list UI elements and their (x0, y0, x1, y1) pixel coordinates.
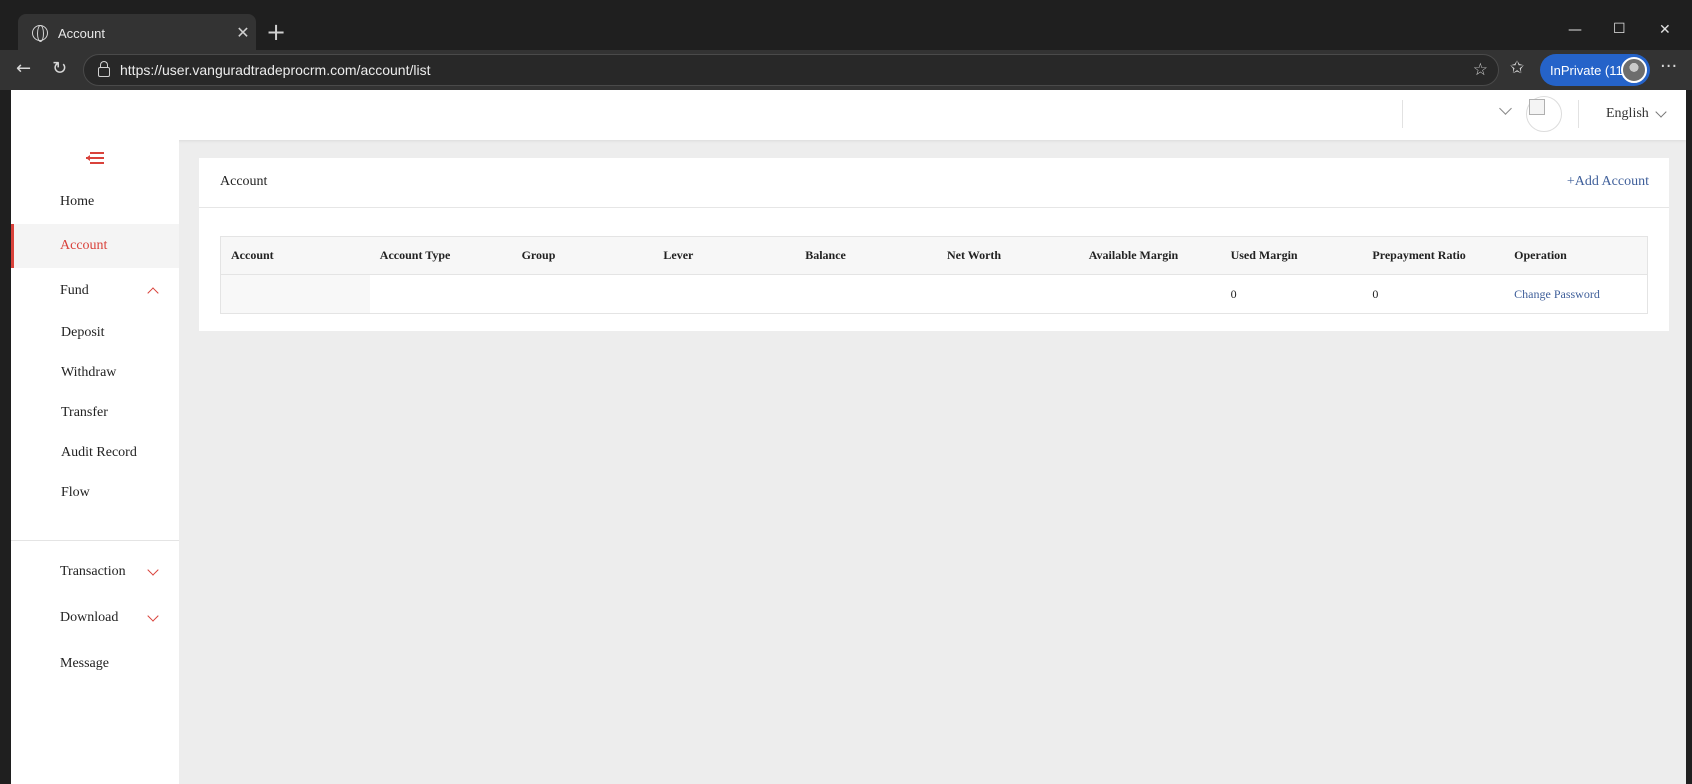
user-avatar[interactable] (1526, 96, 1562, 132)
more-icon[interactable]: ··· (1660, 56, 1677, 77)
header-divider (1578, 100, 1579, 128)
sidebar-item-transaction[interactable]: Transaction (11, 550, 179, 594)
accounts-table: Account Account Type Group Lever Balance… (220, 236, 1648, 314)
sidebar-item-fund[interactable]: Fund (11, 269, 179, 313)
column-header: Net Worth (946, 248, 1002, 262)
sidebar-item-label: Transaction (60, 564, 126, 579)
sidebar-divider (11, 540, 179, 541)
favorites-icon[interactable]: ✩ (1510, 58, 1524, 78)
table-header-row: Account Account Type Group Lever Balance… (221, 237, 1647, 275)
language-selector[interactable]: English (1606, 106, 1667, 122)
close-icon[interactable]: ✕ (230, 23, 256, 43)
sidebar-subitem-label: Audit Record (61, 444, 137, 460)
table-row: 0 0 Change Password (221, 275, 1647, 313)
table-cell: 0 (1372, 286, 1379, 301)
profile-avatar (1621, 57, 1647, 83)
change-password-link[interactable]: Change Password (1504, 275, 1647, 313)
sidebar-item-label: Account (60, 238, 108, 253)
sidebar-item-label: Home (60, 194, 95, 209)
table-cell (795, 275, 937, 313)
table-cell: 0 (1230, 286, 1237, 301)
browser-toolbar: ← ↻ https://user.vanguradtradeprocrm.com… (0, 50, 1692, 90)
column-header: Operation (1514, 248, 1567, 262)
lock-icon (98, 61, 110, 77)
column-header: Prepayment Ratio (1372, 248, 1466, 262)
sidebar-subitem-label: Transfer (61, 404, 108, 420)
back-icon[interactable]: ← (16, 58, 31, 79)
sidebar-subitem-audit-record[interactable]: Audit Record (11, 434, 179, 471)
page-viewport: English Home Account Fund Deposit Withdr… (11, 90, 1686, 784)
table-cell (653, 275, 795, 313)
sidebar-item-label: Fund (60, 283, 89, 298)
inprivate-label: InPrivate (11) (1550, 62, 1628, 78)
plus-icon[interactable]: + (266, 20, 286, 44)
sidebar-subitem-flow[interactable]: Flow (11, 474, 179, 511)
table-cell (221, 275, 370, 313)
minimize-icon[interactable]: — (1568, 22, 1582, 38)
tab-title: Account (58, 25, 105, 41)
globe-icon (32, 25, 48, 42)
table-cell (370, 275, 512, 313)
add-account-button[interactable]: +Add Account (1567, 174, 1649, 190)
sidebar-subitem-deposit[interactable]: Deposit (11, 314, 179, 351)
url-text: https://user.vanguradtradeprocrm.com/acc… (120, 62, 431, 78)
chevron-down-icon[interactable] (1498, 100, 1516, 120)
table-cell (937, 275, 1079, 313)
column-header: Lever (663, 248, 694, 262)
inprivate-button[interactable]: InPrivate (11) (1540, 54, 1650, 86)
account-card: Account +Add Account Account Account Typ… (199, 158, 1669, 331)
sidebar-item-label: Download (60, 610, 119, 625)
maximize-icon[interactable]: ☐ (1613, 21, 1626, 37)
sidebar-item-download[interactable]: Download (11, 596, 179, 640)
sidebar-subitem-label: Deposit (61, 324, 105, 340)
sidebar-subitem-label: Withdraw (61, 364, 117, 380)
browser-tab[interactable]: Account ✕ (18, 14, 256, 52)
site-header: English (11, 90, 1686, 140)
language-label: English (1606, 106, 1649, 121)
table-cell (1079, 275, 1221, 313)
page-title: Account (220, 174, 268, 189)
column-header: Account (231, 248, 274, 262)
sidebar-item-label: Message (60, 656, 109, 671)
chevron-down-icon (1655, 106, 1667, 118)
sidebar-subitem-withdraw[interactable]: Withdraw (11, 354, 179, 391)
sidebar-item-message[interactable]: Message (11, 642, 179, 686)
title-bar: Account ✕ + — ☐ ✕ (0, 10, 1692, 52)
sidebar-subitem-label: Flow (61, 484, 90, 500)
star-icon[interactable]: ☆ (1473, 60, 1488, 80)
chevron-down-icon (147, 610, 159, 622)
chevron-down-icon (147, 564, 159, 576)
column-header: Group (521, 248, 556, 262)
sidebar-item-account[interactable]: Account (11, 224, 179, 268)
sidebar-item-home[interactable]: Home (11, 180, 179, 224)
browser-window: Account ✕ + — ☐ ✕ ← ↻ https://user.vangu… (0, 0, 1692, 784)
sidebar: Home Account Fund Deposit Withdraw Trans… (11, 140, 179, 784)
column-header: Account Type (379, 248, 451, 262)
sidebar-subitem-transfer[interactable]: Transfer (11, 394, 179, 431)
menu-collapse-icon[interactable] (86, 152, 104, 168)
column-header: Available Margin (1088, 248, 1179, 262)
card-header: Account +Add Account (199, 158, 1669, 208)
column-header: Used Margin (1230, 248, 1298, 262)
refresh-icon[interactable]: ↻ (52, 58, 67, 79)
header-divider (1402, 100, 1403, 128)
table-cell (512, 275, 654, 313)
window-close-icon[interactable]: ✕ (1659, 22, 1671, 38)
chevron-up-icon (147, 287, 159, 299)
column-header: Balance (805, 248, 846, 262)
address-bar[interactable]: https://user.vanguradtradeprocrm.com/acc… (83, 54, 1499, 86)
